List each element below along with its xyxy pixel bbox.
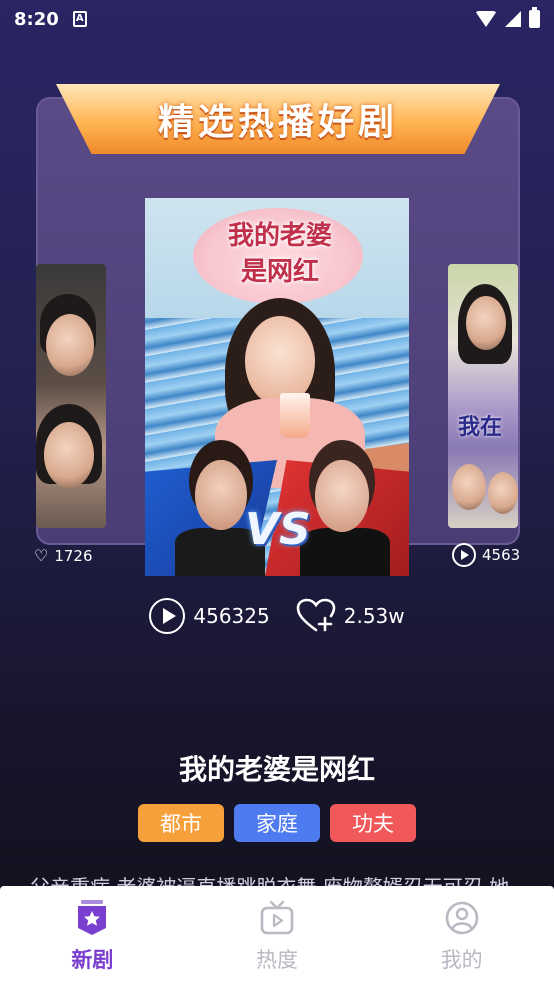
nav-item-hot[interactable]: 热度 [185, 886, 370, 985]
drama-description: 父亲重病,老婆被逼直播跳脱衣舞,废物赘婿忍无可忍,她 [30, 875, 510, 887]
prev-card-plays: 1726 [54, 546, 93, 565]
heart-plus-icon: ♡ [34, 546, 49, 565]
banner-title: 精选热播好剧 [157, 102, 398, 143]
heart-plus-icon[interactable] [296, 598, 336, 634]
carousel-card-next[interactable]: 我在 [448, 264, 518, 528]
bottom-nav: 新剧 热度 我的 [0, 886, 554, 985]
next-card-title-fragment: 我在 [458, 414, 503, 440]
rival-2-body [300, 528, 390, 576]
featured-poster[interactable]: 我的老婆 是网红 VS [145, 198, 409, 576]
like-count[interactable]: 2.53w [296, 598, 405, 634]
actor-face-2 [488, 472, 518, 514]
play-count-icon [452, 543, 476, 567]
like-count-value: 2.53w [343, 604, 405, 628]
actress-face [44, 422, 94, 488]
tv-play-icon [260, 900, 294, 935]
signal-icon [505, 11, 521, 27]
poster-title: 我的老婆 是网红 [195, 218, 365, 290]
status-bar: 8:20 A [0, 0, 554, 38]
notification-icon: A [72, 11, 87, 27]
nav-label-new: 新剧 [71, 948, 114, 972]
star-badge-icon [78, 900, 107, 935]
poster-title-line2: 是网红 [240, 257, 319, 287]
play-count: 456325 [149, 598, 270, 634]
genre-tag: 功夫 [330, 804, 416, 842]
nav-item-new[interactable]: 新剧 [0, 886, 185, 985]
nav-label-hot: 热度 [256, 948, 298, 972]
poster-title-line1: 我的老婆 [227, 221, 332, 251]
banner-ribbon: 精选热播好剧 [56, 84, 500, 154]
stats-row: 456325 2.53w [0, 596, 554, 636]
nav-label-mine: 我的 [440, 948, 483, 972]
genre-tag: 都市 [138, 804, 224, 842]
vs-label: VS [245, 504, 311, 555]
rival-2-face [315, 460, 369, 532]
actor-face [46, 314, 94, 376]
wifi-icon [475, 11, 497, 27]
battery-icon [529, 7, 540, 28]
drama-title: 我的老婆是网红 [178, 753, 375, 786]
play-count-value: 456325 [193, 604, 270, 628]
actor-face [452, 464, 486, 510]
genre-tag: 家庭 [234, 804, 320, 842]
user-circle-icon [445, 901, 478, 935]
actress-face [466, 296, 506, 350]
drink-cup [280, 393, 310, 438]
carousel-card-prev[interactable] [36, 264, 106, 528]
next-card-plays: 4563 [482, 546, 521, 564]
nav-item-mine[interactable]: 我的 [369, 886, 554, 985]
play-icon [149, 598, 186, 634]
prev-card-stats: ♡ 1726 [34, 546, 93, 565]
status-time: 8:20 [14, 8, 59, 30]
status-icons [475, 7, 540, 28]
genre-tags: 都市 家庭 功夫 [0, 804, 554, 842]
next-card-stats: 4563 [452, 543, 520, 567]
rival-1-face [195, 460, 247, 530]
